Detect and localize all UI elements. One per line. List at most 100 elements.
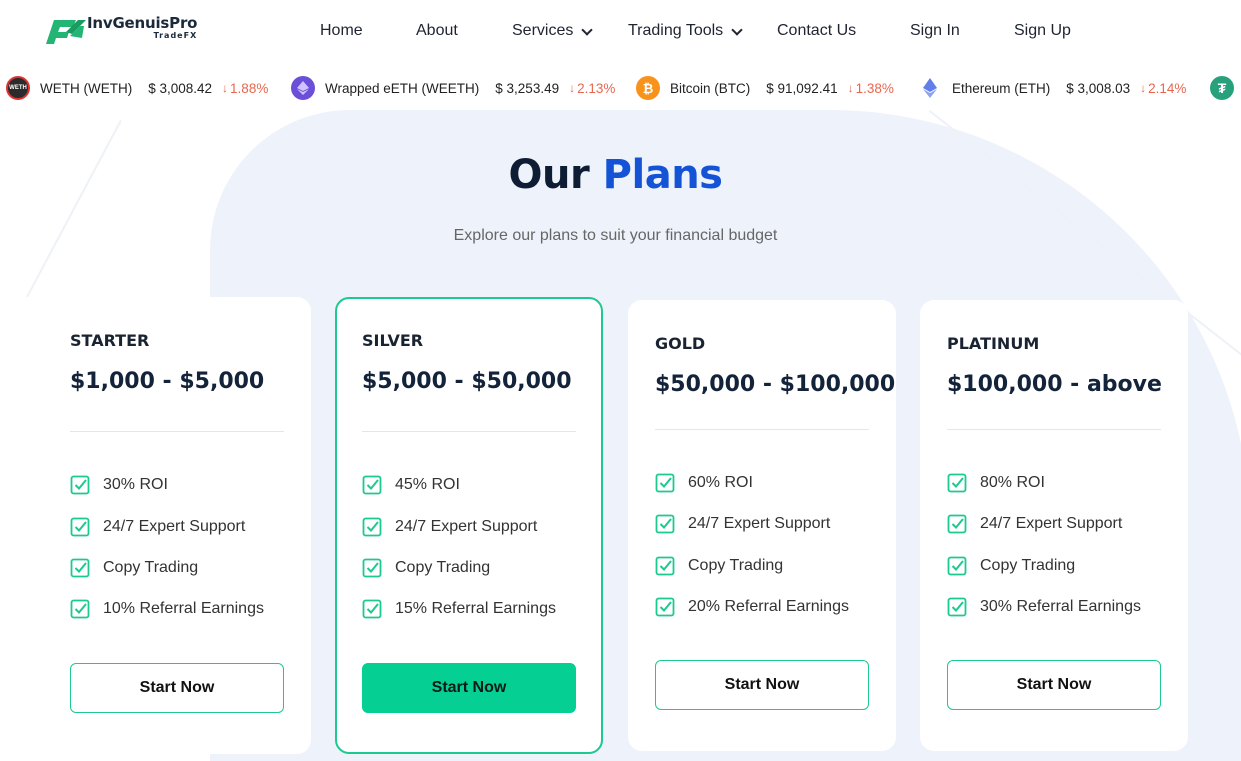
feature-label: 45% ROI — [395, 476, 460, 493]
nav-services-label: Services — [512, 22, 574, 39]
ticker-change-value: 1.38% — [855, 80, 894, 96]
nav-sign-up[interactable]: Sign Up — [1014, 22, 1071, 40]
feature-label: 24/7 Expert Support — [395, 518, 538, 535]
plan-range: $5,000 - $50,000 — [362, 369, 572, 394]
nav-sign-in[interactable]: Sign In — [910, 22, 960, 40]
start-now-button[interactable]: Start Now — [70, 663, 284, 713]
section-title-main: Our — [508, 152, 590, 198]
plan-feature: 24/7 Expert Support — [947, 514, 1122, 534]
feature-label: 60% ROI — [688, 474, 753, 491]
site-header: InvGenuisPro TradeFX Home About Services… — [0, 0, 1241, 62]
arrow-down-icon: ↓ — [569, 81, 576, 95]
plan-feature: 45% ROI — [362, 475, 460, 495]
ticker-change: ↓ 1.88% — [222, 81, 268, 96]
ethereum-diamond-icon — [923, 78, 937, 98]
ticker-price: $ 3,008.03 — [1066, 80, 1131, 96]
ticker-price: $ 3,253.49 — [495, 80, 560, 96]
nav-trading-tools-label: Trading Tools — [628, 22, 724, 39]
start-now-button[interactable]: Start Now — [655, 660, 869, 710]
check-icon — [70, 599, 90, 619]
feature-label: Copy Trading — [395, 559, 491, 576]
divider — [362, 431, 576, 432]
plan-feature: 24/7 Expert Support — [362, 517, 537, 537]
plan-name: GOLD — [655, 334, 706, 353]
feature-label: 10% Referral Earnings — [103, 600, 264, 617]
check-icon — [947, 597, 967, 617]
plan-name: SILVER — [362, 331, 424, 350]
arrow-down-icon: ↓ — [222, 81, 229, 95]
section-subtitle: Explore our plans to suit your financial… — [453, 227, 778, 244]
check-icon — [947, 556, 967, 576]
check-icon — [362, 475, 382, 495]
nav-services[interactable]: Services — [512, 22, 594, 40]
feature-label: 20% Referral Earnings — [688, 598, 849, 615]
start-now-button[interactable]: Start Now — [362, 663, 576, 713]
bitcoin-icon: ₿ — [636, 76, 660, 100]
check-icon — [70, 475, 90, 495]
ticker-item[interactable]: WETH WETH (WETH) $ 3,008.42 ↓ 1.88% — [6, 76, 268, 100]
plan-card-starter: STARTER $1,000 - $5,000 30% ROI 24/7 Exp… — [43, 297, 311, 754]
feature-label: 15% Referral Earnings — [395, 600, 556, 617]
brand-name: InvGenuisPro — [87, 14, 198, 32]
brand-logo[interactable]: InvGenuisPro TradeFX — [42, 16, 197, 46]
check-icon — [655, 514, 675, 534]
feature-label: 30% Referral Earnings — [980, 598, 1141, 615]
ethereum-icon — [918, 76, 942, 100]
plan-card-gold: GOLD $50,000 - $100,000 60% ROI 24/7 Exp… — [628, 300, 896, 751]
feature-label: 30% ROI — [103, 476, 168, 493]
ticker-price: $ 3,008.42 — [148, 80, 213, 96]
plan-feature: 80% ROI — [947, 473, 1045, 493]
section-title-accent: Plans — [602, 152, 723, 198]
check-icon — [362, 517, 382, 537]
plan-feature: Copy Trading — [655, 556, 783, 576]
nav-trading-tools[interactable]: Trading Tools — [628, 22, 743, 40]
plan-feature: 24/7 Expert Support — [655, 514, 830, 534]
feature-label: Copy Trading — [103, 559, 199, 576]
chevron-down-icon — [731, 23, 743, 36]
plan-name: PLATINUM — [947, 334, 1040, 353]
ticker-item[interactable]: Ethereum (ETH) $ 3,008.03 ↓ 2.14% — [918, 76, 1186, 100]
nav-home[interactable]: Home — [320, 22, 363, 40]
tether-icon: ₮ — [1210, 76, 1234, 100]
feature-label: 24/7 Expert Support — [688, 515, 831, 532]
plan-feature: 30% Referral Earnings — [947, 597, 1141, 617]
feature-label: 24/7 Expert Support — [103, 518, 246, 535]
check-icon — [655, 473, 675, 493]
plan-feature: Copy Trading — [70, 558, 198, 578]
divider — [655, 429, 869, 430]
logo-mark-icon — [46, 20, 86, 44]
plan-name: STARTER — [70, 331, 150, 350]
plan-feature: 24/7 Expert Support — [70, 517, 245, 537]
ticker-item[interactable]: ₮ — [1210, 76, 1241, 100]
arrow-down-icon: ↓ — [1140, 81, 1147, 95]
plan-feature: Copy Trading — [947, 556, 1075, 576]
check-icon — [655, 556, 675, 576]
ticker-change-value: 1.88% — [230, 80, 269, 96]
plan-card-platinum: PLATINUM $100,000 - above 80% ROI 24/7 E… — [920, 300, 1188, 751]
nav-contact[interactable]: Contact Us — [777, 22, 856, 40]
ticker-change: ↓ 2.14% — [1140, 81, 1186, 96]
ticker-name: Ethereum (ETH) — [952, 80, 1051, 96]
check-icon — [947, 514, 967, 534]
nav-about[interactable]: About — [416, 22, 458, 40]
weeth-icon — [291, 76, 315, 100]
divider — [947, 429, 1161, 430]
check-icon — [70, 558, 90, 578]
check-icon — [362, 558, 382, 578]
feature-label: 80% ROI — [980, 474, 1045, 491]
plan-card-silver: SILVER $5,000 - $50,000 45% ROI 24/7 Exp… — [335, 297, 603, 754]
brand-subtitle: TradeFX — [153, 31, 198, 40]
plan-feature: 10% Referral Earnings — [70, 599, 264, 619]
ticker-item[interactable]: ₿ Bitcoin (BTC) $ 91,092.41 ↓ 1.38% — [636, 76, 894, 100]
plan-feature: 15% Referral Earnings — [362, 599, 556, 619]
section-title: Our Plans — [0, 152, 1231, 198]
weth-icon: WETH — [6, 76, 30, 100]
plan-feature: 20% Referral Earnings — [655, 597, 849, 617]
check-icon — [655, 597, 675, 617]
ticker-item[interactable]: Wrapped eETH (WEETH) $ 3,253.49 ↓ 2.13% — [291, 76, 615, 100]
chevron-down-icon — [581, 23, 594, 36]
feature-label: 24/7 Expert Support — [980, 515, 1123, 532]
start-now-button[interactable]: Start Now — [947, 660, 1161, 710]
ticker-name: Wrapped eETH (WEETH) — [325, 80, 480, 96]
plan-feature: 30% ROI — [70, 475, 168, 495]
